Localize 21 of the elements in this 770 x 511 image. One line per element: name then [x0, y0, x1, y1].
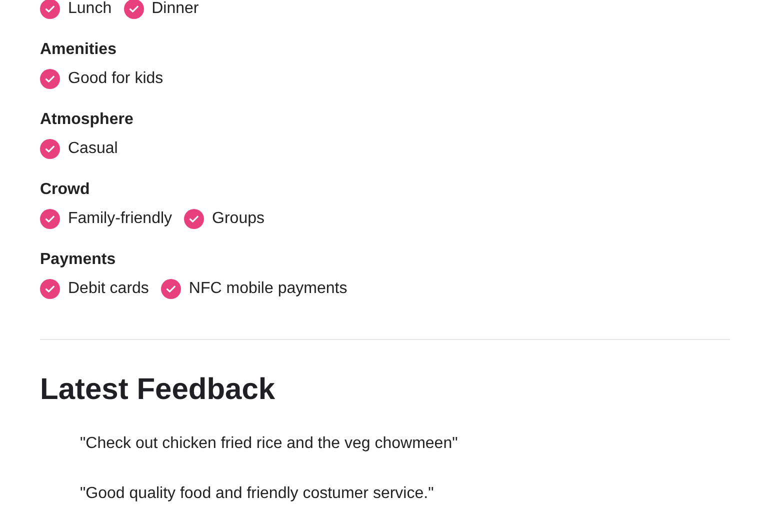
check-icon [40, 69, 60, 89]
section-heading: Amenities [40, 40, 118, 60]
check-icon [160, 279, 181, 299]
check-icon [184, 209, 204, 229]
feature-label: Lunch [68, 0, 112, 19]
feature-label: NFC mobile payments [188, 279, 348, 299]
feedback-quote: "Check out chicken fried rice and the veg chowmeen" [80, 434, 459, 454]
section-heading: Crowd [40, 180, 91, 200]
check-icon [40, 139, 60, 159]
section-heading: Payments [40, 250, 117, 270]
feedback-heading: Latest Feedback [40, 372, 276, 408]
check-icon [40, 279, 60, 299]
check-icon [40, 209, 60, 229]
feature-label: Debit cards [68, 279, 149, 299]
feature-label: Family-friendly [68, 209, 172, 229]
section-heading: Atmosphere [40, 110, 134, 130]
feature-label: Casual [68, 139, 118, 159]
feedback-quote: "Good quality food and friendly costumer service." [80, 484, 435, 504]
feature-label: Good for kids [68, 69, 164, 89]
feature-label: Dinner [152, 0, 199, 19]
feature-label: Groups [212, 209, 264, 229]
